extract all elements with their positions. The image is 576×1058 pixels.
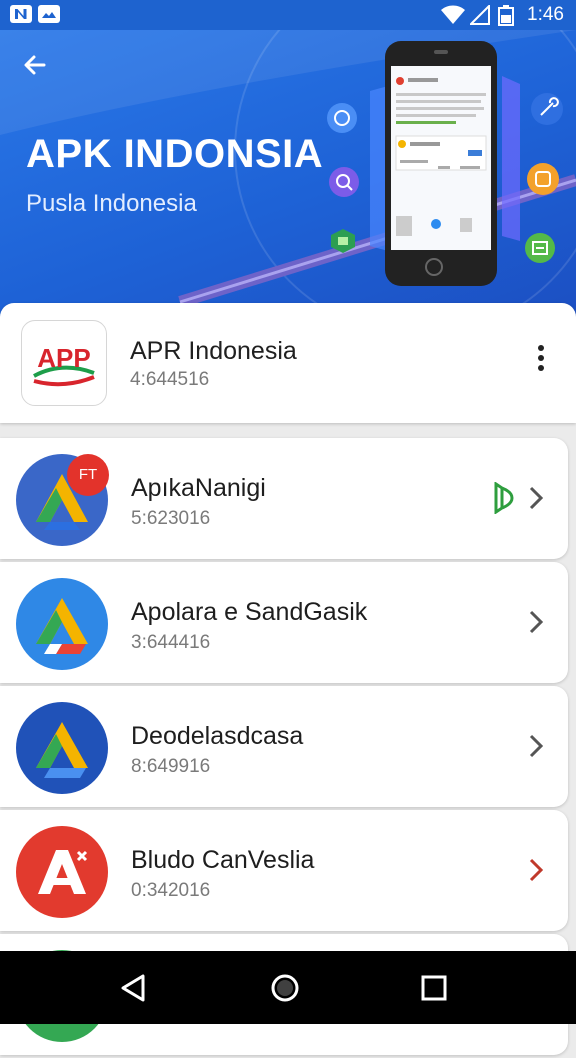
hero-banner: APK INDONSIA Pusla Indonesia	[0, 30, 576, 320]
app-meta: 3:644416	[131, 632, 211, 653]
list-bubble-icon	[525, 233, 555, 263]
featured-app-name: APR Indonesia	[130, 337, 297, 365]
nav-home-button[interactable]	[262, 965, 308, 1011]
nav-recents-button[interactable]	[411, 965, 457, 1011]
chevron-right-icon	[529, 610, 544, 634]
chevron-right-icon	[529, 486, 544, 510]
more-vertical-icon	[532, 345, 550, 371]
list-item[interactable]: Bludo CanVeslia 0:342016	[0, 810, 576, 934]
green-d-icon	[494, 482, 514, 514]
hero-title: APK INDONSIA	[26, 132, 324, 176]
tools-bubble-icon	[531, 93, 563, 125]
open-app-chevron[interactable]	[526, 732, 546, 760]
app-name: Deodelasdcasa	[131, 722, 304, 750]
search-bubble-icon	[329, 167, 359, 197]
chevron-right-icon	[529, 858, 544, 882]
image-notification-icon	[38, 5, 60, 23]
open-app-chevron[interactable]	[526, 608, 546, 636]
app-name: Apolara e SandGasik	[131, 598, 368, 626]
more-options-button[interactable]	[532, 345, 550, 377]
app-meta: 5:623016	[131, 508, 211, 529]
signal-icon	[470, 5, 490, 25]
status-bar: 1:46	[0, 0, 576, 30]
apr-logo-icon: APP	[33, 343, 95, 387]
app-meta: 0:342016	[131, 880, 211, 901]
chat-bubble-icon	[527, 163, 559, 195]
featured-app-card[interactable]: APP APR Indonesia 4:644516	[0, 303, 576, 423]
svg-text:APP: APP	[37, 343, 90, 373]
n-notification-icon	[10, 5, 32, 23]
list-item[interactable]: FT ApıkaNanigi 5:623016	[0, 438, 576, 562]
app-name: Bludo CanVeslia	[131, 846, 315, 874]
system-nav-bar	[0, 951, 576, 1024]
open-app-chevron[interactable]	[526, 484, 546, 512]
app-name: ApıkaNanigi	[131, 474, 266, 502]
sync-bubble-icon	[327, 103, 357, 133]
hero-subtitle: Pusla Indonesia	[26, 190, 197, 217]
clock: 1:46	[527, 4, 564, 25]
app-badge: FT	[67, 454, 109, 496]
drive-a-icon	[16, 702, 108, 794]
nav-recents-icon	[421, 975, 447, 1001]
drive-a-icon	[16, 578, 108, 670]
nav-back-button[interactable]	[110, 965, 156, 1011]
star-a-icon	[16, 826, 108, 918]
open-app-chevron[interactable]	[526, 856, 546, 884]
wifi-icon	[441, 5, 465, 24]
nav-back-icon	[121, 974, 145, 1002]
back-button[interactable]	[20, 50, 50, 80]
battery-icon	[498, 5, 514, 26]
list-item[interactable]: Deodelasdcasa 8:649916	[0, 686, 576, 810]
nav-home-icon	[271, 974, 299, 1002]
app-meta: 8:649916	[131, 756, 211, 777]
android-shield-icon	[331, 229, 355, 253]
back-arrow-icon	[24, 55, 46, 75]
list-item[interactable]: Apolara e SandGasik 3:644416	[0, 562, 576, 686]
chevron-right-icon	[529, 734, 544, 758]
featured-app-meta: 4:644516	[130, 369, 210, 390]
app-logo: APP	[21, 320, 107, 406]
